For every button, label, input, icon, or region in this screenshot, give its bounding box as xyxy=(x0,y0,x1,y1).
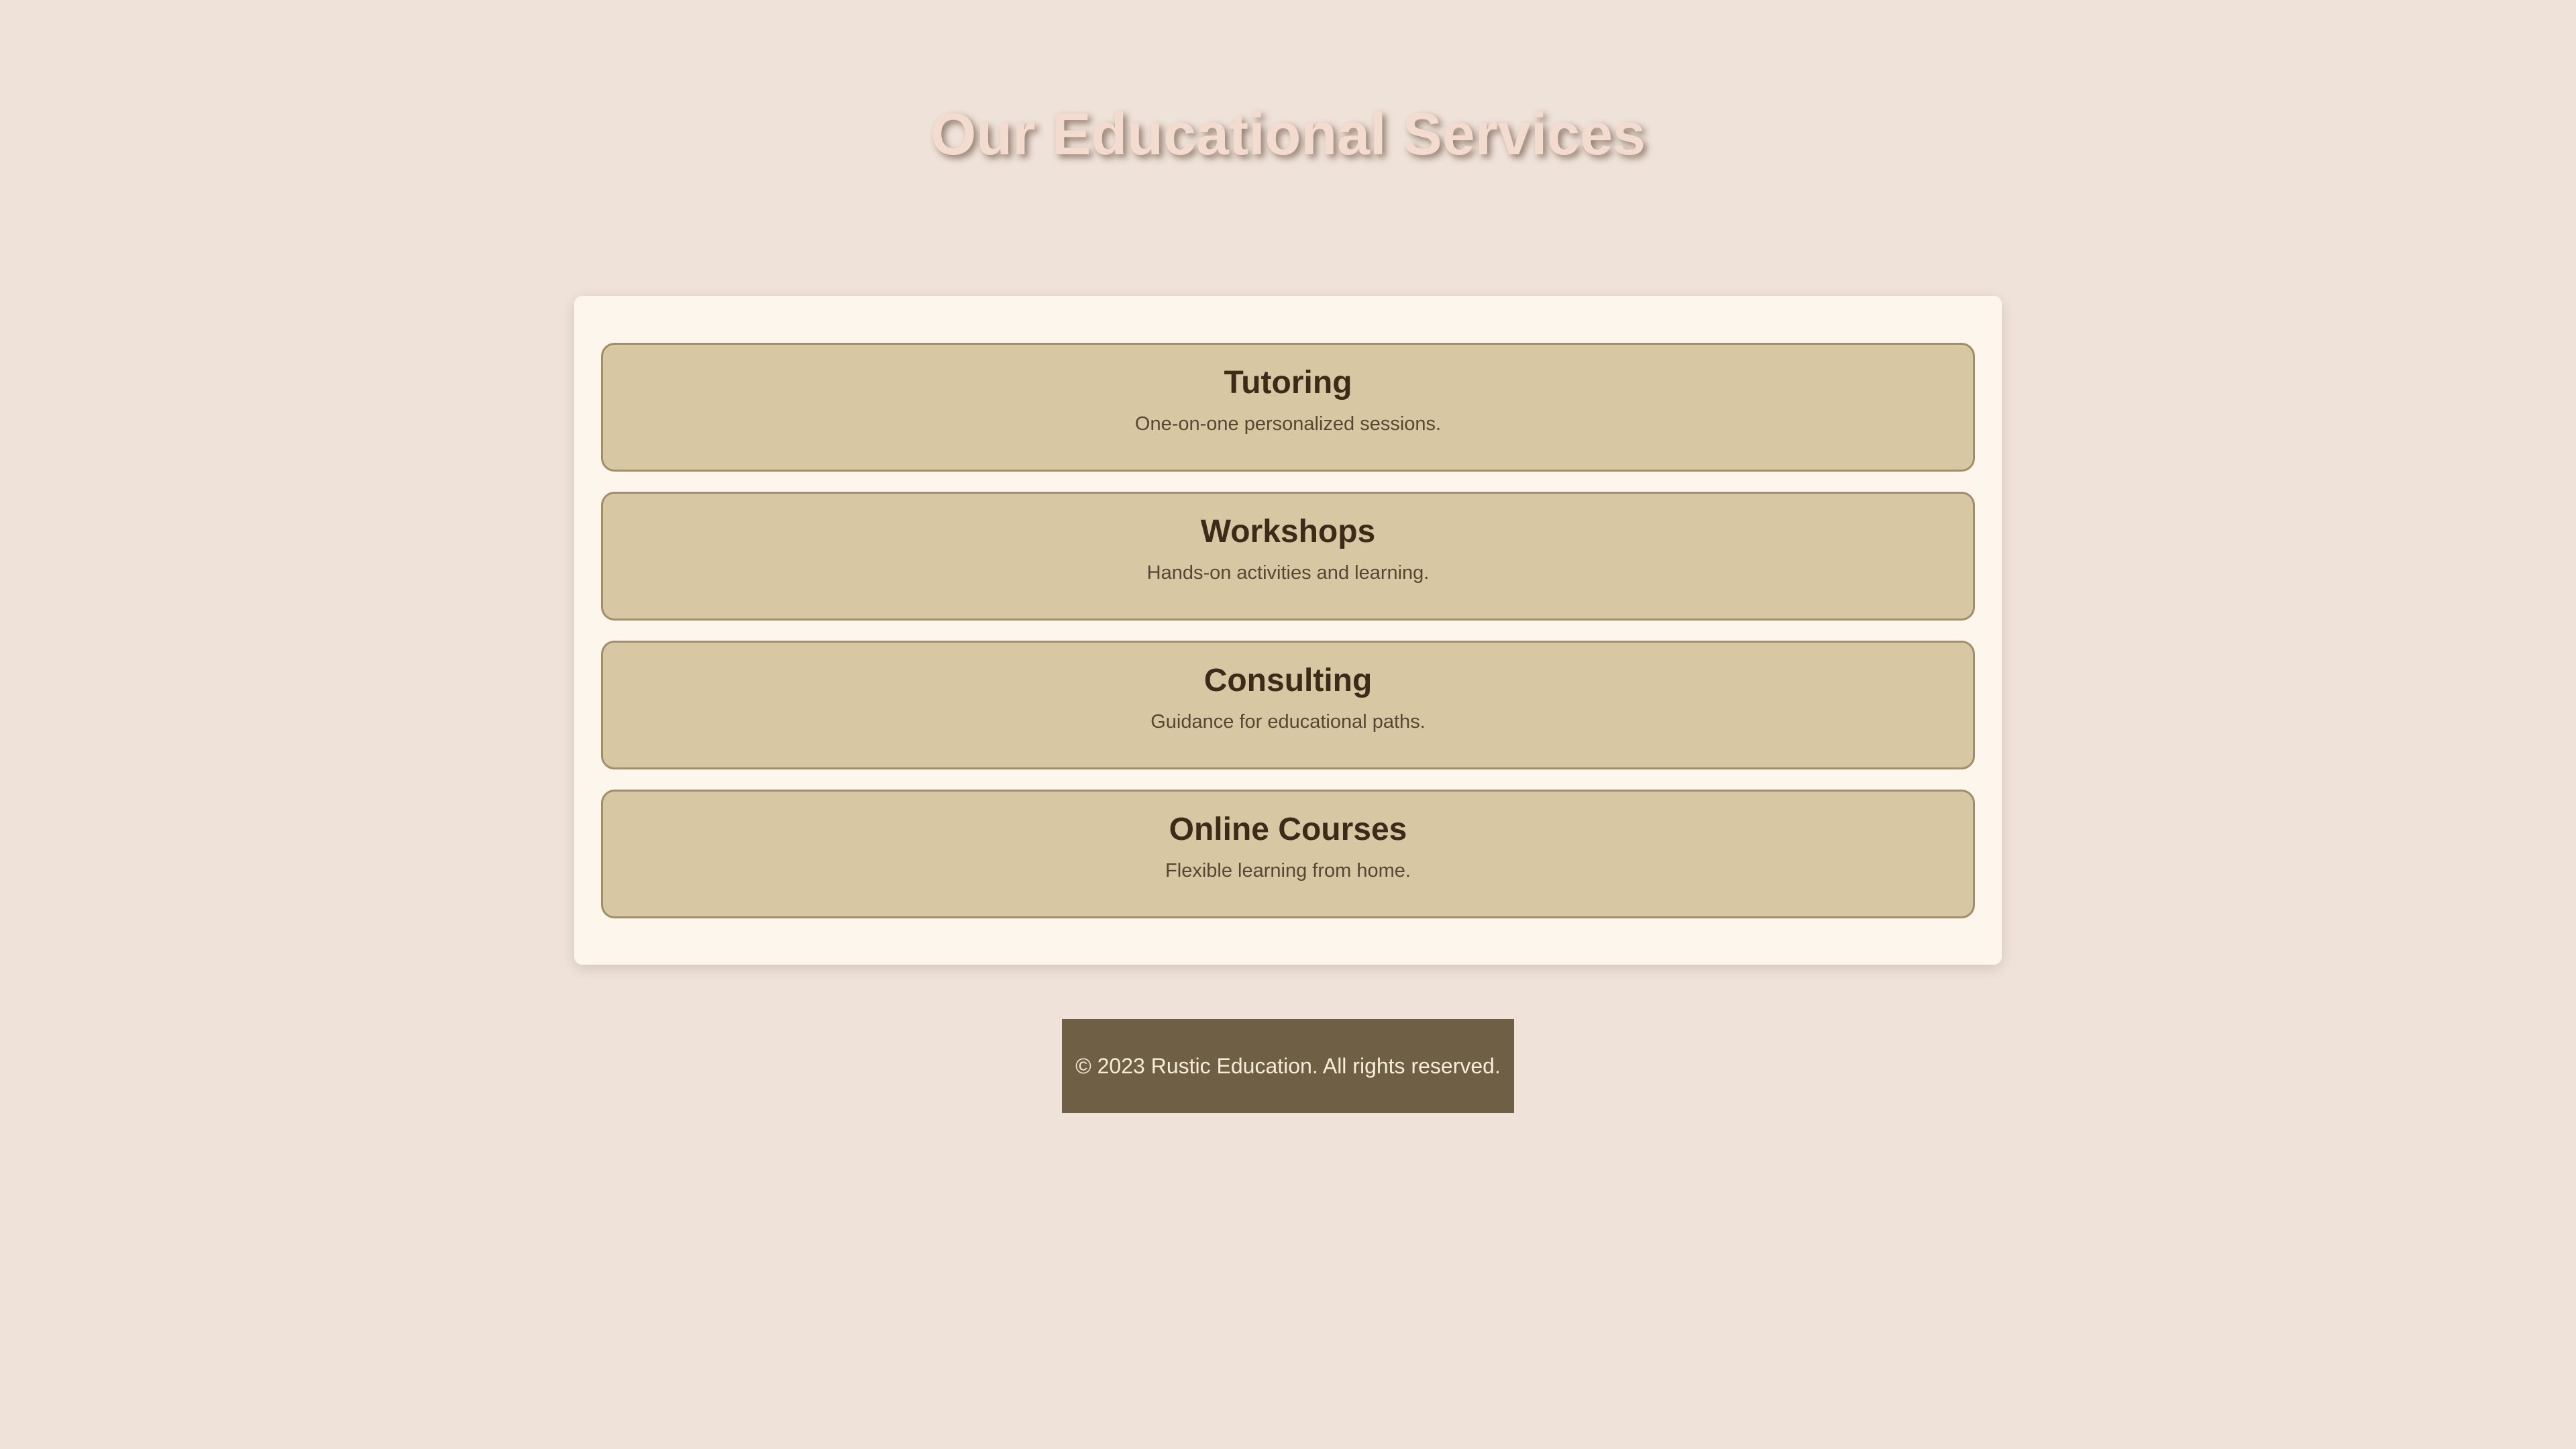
service-card-workshops[interactable]: Workshops Hands-on activities and learni… xyxy=(601,492,1975,621)
service-description: Guidance for educational paths. xyxy=(1150,711,1426,733)
service-title: Consulting xyxy=(1203,663,1373,698)
page: Our Educational Services Tutoring One-on… xyxy=(0,0,2576,1449)
footer: © 2023 Rustic Education. All rights rese… xyxy=(1062,1019,1514,1113)
service-description: One-on-one personalized sessions. xyxy=(1134,413,1442,435)
service-description: Flexible learning from home. xyxy=(1165,860,1411,881)
service-description: Hands-on activities and learning. xyxy=(1146,562,1430,584)
service-title: Workshops xyxy=(1200,514,1376,549)
service-card-consulting[interactable]: Consulting Guidance for educational path… xyxy=(601,641,1975,769)
service-card-online-courses[interactable]: Online Courses Flexible learning from ho… xyxy=(601,790,1975,918)
service-title: Online Courses xyxy=(1169,812,1407,847)
footer-copyright: © 2023 Rustic Education. All rights rese… xyxy=(1075,1053,1501,1078)
services-panel: Tutoring One-on-one personalized session… xyxy=(574,296,2002,965)
service-card-tutoring[interactable]: Tutoring One-on-one personalized session… xyxy=(601,343,1975,472)
service-title: Tutoring xyxy=(1224,365,1352,400)
page-title: Our Educational Services xyxy=(930,101,1646,167)
